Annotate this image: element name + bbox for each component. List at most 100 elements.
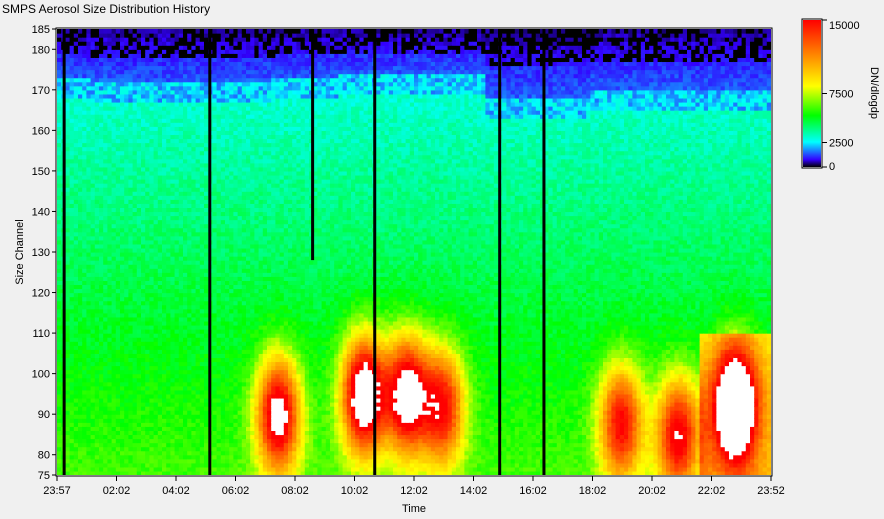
heatmap-cell	[111, 134, 117, 140]
heatmap-cell	[128, 373, 134, 379]
heatmap-cell	[157, 438, 163, 444]
heatmap-cell	[178, 381, 184, 387]
heatmap-cell	[241, 434, 247, 440]
heatmap-cell	[115, 434, 121, 440]
heatmap-cell	[157, 462, 163, 468]
heatmap-cell	[233, 320, 239, 326]
heatmap-cell	[183, 227, 188, 233]
heatmap-cell	[103, 422, 108, 427]
heatmap-cell	[225, 174, 230, 180]
heatmap-cell	[82, 422, 87, 427]
heatmap-cell	[120, 69, 125, 75]
heatmap-cell	[65, 308, 71, 314]
heatmap-cell	[149, 381, 155, 387]
heatmap-cell	[149, 89, 155, 95]
heatmap-cell	[86, 345, 92, 350]
heatmap-cell	[57, 414, 62, 419]
heatmap-cell	[124, 69, 129, 75]
heatmap-cell	[237, 333, 243, 338]
heatmap-cell	[136, 57, 142, 63]
heatmap-cell	[220, 126, 226, 131]
heatmap-cell	[225, 381, 230, 387]
heatmap-cell	[199, 101, 205, 107]
heatmap-cell	[94, 191, 100, 196]
heatmap-cell	[237, 85, 243, 91]
heatmap-cell	[128, 345, 134, 350]
heatmap-cell	[124, 458, 129, 464]
heatmap-cell	[233, 207, 239, 213]
heatmap-cell	[124, 280, 129, 286]
heatmap-cell	[220, 134, 226, 140]
heatmap-cell	[99, 373, 104, 379]
heatmap-cell	[237, 288, 243, 294]
heatmap-cell	[149, 187, 155, 192]
heatmap-cell	[195, 191, 201, 196]
heatmap-cell	[174, 57, 180, 63]
heatmap-cell	[78, 458, 83, 464]
heatmap-cell	[111, 320, 117, 326]
heatmap-cell	[86, 37, 92, 42]
heatmap-cell	[233, 470, 239, 475]
heatmap-cell	[107, 134, 113, 140]
heatmap-cell	[195, 288, 201, 294]
heatmap-cell	[178, 174, 184, 180]
heatmap-cell	[199, 389, 205, 395]
heatmap-cell	[107, 41, 113, 46]
heatmap-cell	[216, 324, 222, 330]
heatmap-cell	[145, 77, 150, 83]
heatmap-cell	[132, 320, 138, 326]
heatmap-cell	[191, 320, 197, 326]
heatmap-cell	[174, 466, 180, 472]
heatmap-cell	[241, 215, 247, 221]
heatmap-cell	[233, 89, 239, 95]
heatmap-cell	[124, 134, 129, 140]
heatmap-cell	[65, 268, 71, 273]
heatmap-cell	[183, 174, 188, 180]
heatmap-cell	[128, 183, 134, 188]
heatmap-cell	[111, 426, 117, 431]
heatmap-cell	[162, 243, 167, 249]
heatmap-cell	[204, 393, 209, 399]
heatmap-cell	[157, 308, 163, 314]
heatmap-cell	[132, 215, 138, 221]
heatmap-cell	[246, 353, 251, 359]
heatmap-cell	[120, 183, 125, 188]
heatmap-cell	[220, 101, 226, 107]
heatmap-cell	[183, 118, 188, 123]
heatmap-cell	[233, 130, 239, 136]
heatmap-cell	[212, 292, 218, 298]
heatmap-cell	[128, 37, 134, 42]
heatmap-cell	[241, 114, 247, 119]
heatmap-cell	[183, 97, 188, 103]
heatmap-cell	[229, 223, 234, 229]
heatmap-cell	[233, 223, 239, 229]
heatmap-cell	[124, 215, 129, 221]
heatmap-cell	[233, 324, 239, 330]
heatmap-cell	[233, 377, 239, 383]
heatmap-cell	[216, 122, 222, 127]
heatmap-cell	[229, 454, 234, 460]
heatmap-cell	[241, 174, 247, 180]
heatmap-cell	[136, 414, 142, 419]
heatmap-cell	[237, 118, 243, 123]
heatmap-cell	[120, 365, 125, 371]
heatmap-cell	[136, 320, 142, 326]
heatmap-cell	[145, 316, 150, 322]
heatmap-cell	[128, 300, 134, 306]
heatmap-cell	[195, 122, 201, 127]
heatmap-cell	[187, 345, 192, 350]
heatmap-cell	[65, 37, 71, 42]
heatmap-cell	[124, 73, 129, 79]
heatmap-cell	[132, 154, 138, 160]
heatmap-cell	[183, 183, 188, 188]
heatmap-cell	[124, 438, 129, 444]
heatmap-cell	[216, 442, 222, 448]
heatmap-cell	[195, 264, 201, 269]
heatmap-cell	[162, 341, 167, 346]
heatmap-cell	[183, 466, 188, 472]
heatmap-cell	[111, 57, 117, 63]
heatmap-cell	[115, 300, 121, 306]
heatmap-cell	[141, 53, 146, 58]
heatmap-cell	[128, 329, 134, 334]
heatmap-cell	[183, 235, 188, 241]
